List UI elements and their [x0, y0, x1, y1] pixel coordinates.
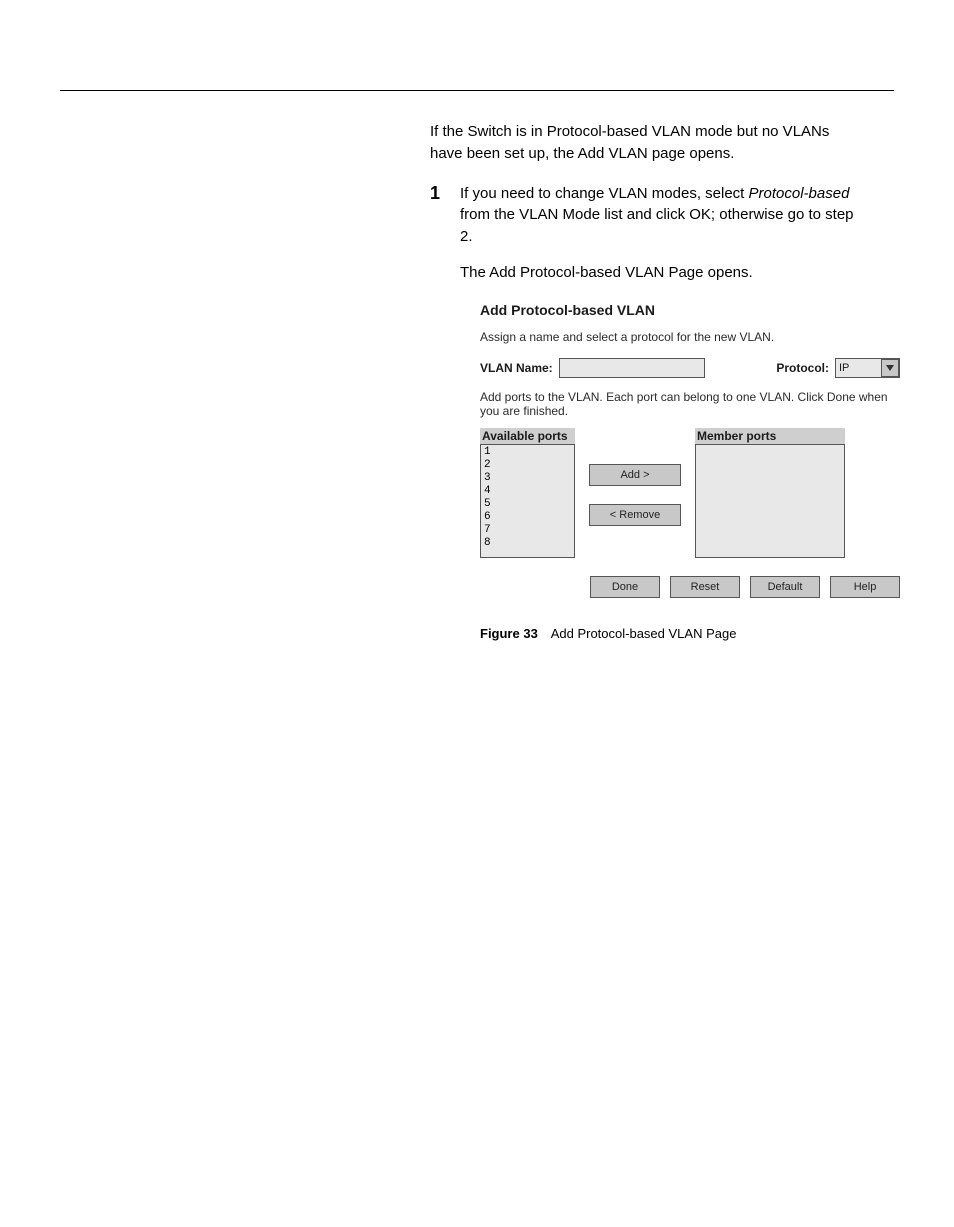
- header-divider: [60, 90, 894, 91]
- intro-text: If the Switch is in Protocol-based VLAN …: [430, 121, 850, 165]
- remove-port-button[interactable]: < Remove: [589, 504, 681, 526]
- member-ports-listbox[interactable]: [695, 444, 845, 558]
- add-vlan-dialog: Add Protocol-based VLAN Assign a name an…: [480, 302, 900, 598]
- list-item[interactable]: 7: [484, 524, 571, 537]
- available-ports-listbox[interactable]: 12345678: [480, 444, 575, 558]
- figure-caption: Figure 33 Add Protocol-based VLAN Page: [480, 626, 894, 641]
- dialog-instructions: Add ports to the VLAN. Each port can bel…: [480, 390, 900, 418]
- protocol-label: Protocol:: [776, 361, 829, 375]
- step-1-em: Protocol-based: [749, 185, 850, 202]
- help-button[interactable]: Help: [830, 576, 900, 598]
- member-ports-header: Member ports: [695, 428, 845, 444]
- list-item[interactable]: 3: [484, 472, 571, 485]
- list-item[interactable]: 6: [484, 511, 571, 524]
- step-1-number: 1: [430, 183, 460, 284]
- step-1-text-a: If you need to change VLAN modes, select: [460, 185, 749, 202]
- step-1-text-2: The Add Protocol-based VLAN Page opens.: [460, 264, 753, 281]
- list-item[interactable]: 8: [484, 537, 571, 550]
- dialog-title: Add Protocol-based VLAN: [480, 302, 900, 318]
- list-item[interactable]: 2: [484, 459, 571, 472]
- protocol-value: IP: [839, 362, 849, 374]
- chevron-down-icon[interactable]: [881, 359, 899, 377]
- list-item[interactable]: 4: [484, 485, 571, 498]
- list-item[interactable]: 1: [484, 446, 571, 459]
- vlan-name-label: VLAN Name:: [480, 361, 553, 375]
- step-1-text: If you need to change VLAN modes, select…: [460, 183, 870, 284]
- step-1: 1 If you need to change VLAN modes, sele…: [430, 183, 870, 284]
- reset-button[interactable]: Reset: [670, 576, 740, 598]
- add-port-button[interactable]: Add >: [589, 464, 681, 486]
- protocol-select[interactable]: IP: [835, 358, 900, 378]
- vlan-name-input[interactable]: [559, 358, 705, 378]
- figure-number: Figure 33: [480, 626, 538, 641]
- list-item[interactable]: 5: [484, 498, 571, 511]
- figure-text: Add Protocol-based VLAN Page: [551, 626, 737, 641]
- step-1-text-b: from the VLAN Mode list and click OK; ot…: [460, 206, 854, 245]
- dialog-desc: Assign a name and select a protocol for …: [480, 330, 900, 344]
- available-ports-header: Available ports: [480, 428, 575, 444]
- done-button[interactable]: Done: [590, 576, 660, 598]
- default-button[interactable]: Default: [750, 576, 820, 598]
